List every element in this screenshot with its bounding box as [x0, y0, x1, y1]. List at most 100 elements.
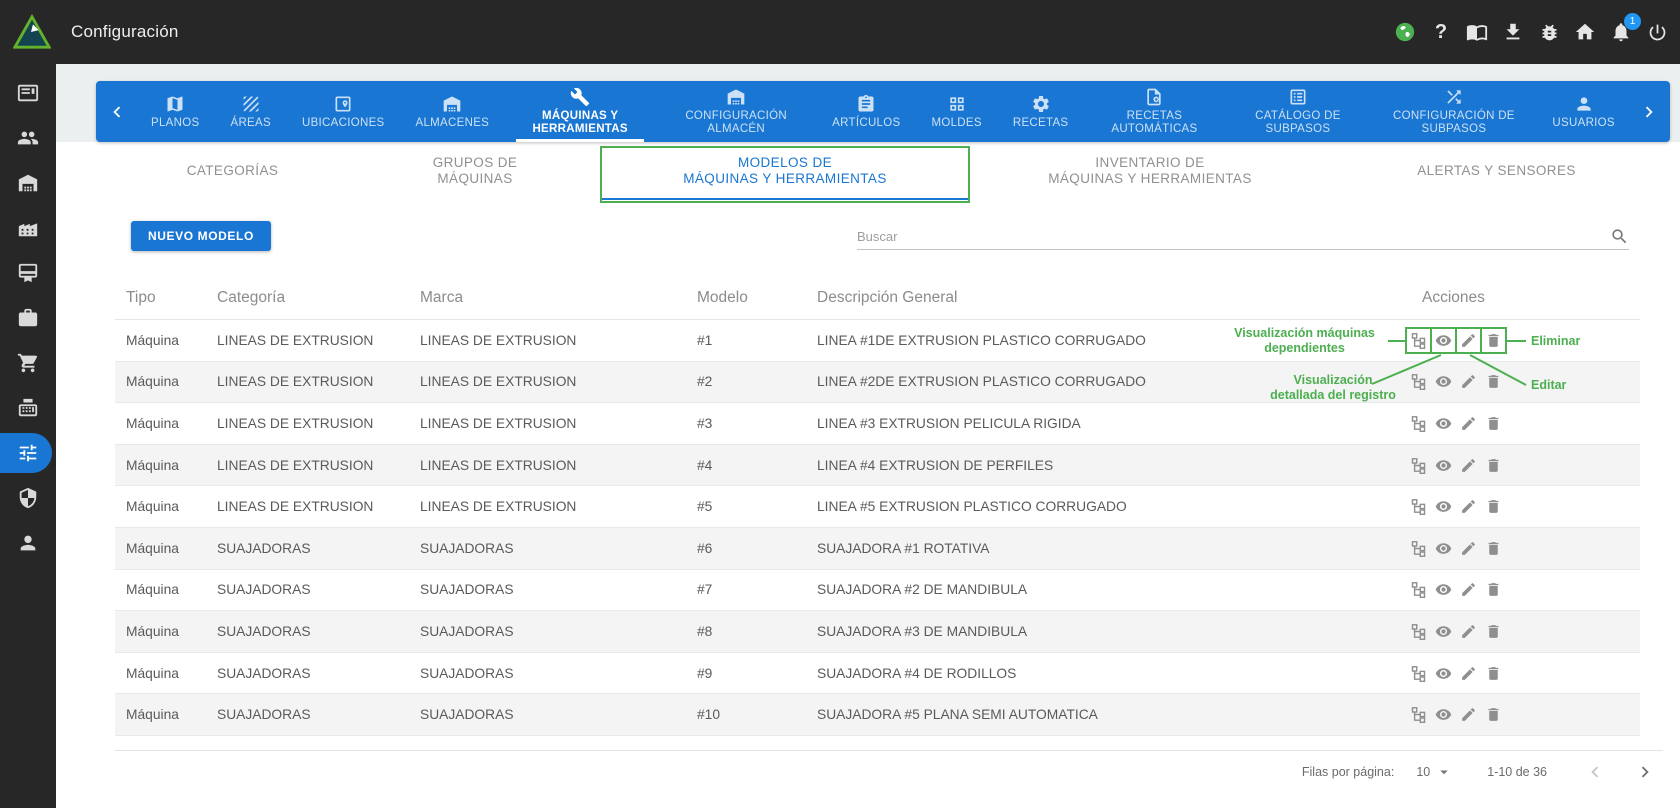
new-model-button[interactable]: NUEVO MODELO: [131, 221, 271, 251]
sidebar-item-register[interactable]: [0, 385, 56, 430]
power-icon[interactable]: [1646, 21, 1668, 43]
view-icon[interactable]: [1435, 581, 1452, 598]
edit-icon[interactable]: [1460, 623, 1477, 640]
nav-item-moldes[interactable]: MOLDES: [921, 81, 991, 142]
module-nav: PLANOS ÁREAS UBICACIONES ALMACENES MÁQUI…: [96, 81, 1670, 142]
edit-icon[interactable]: [1460, 581, 1477, 598]
sidebar-item-configuration[interactable]: [0, 430, 56, 475]
nav-item-recetas[interactable]: RECETAS: [1003, 81, 1079, 142]
home-icon[interactable]: [1574, 21, 1596, 43]
table-row: Máquina SUAJADORAS SUAJADORAS #9 SUAJADO…: [115, 653, 1640, 695]
dependents-tree-icon[interactable]: [1410, 581, 1427, 598]
previous-page-chevron-icon[interactable]: [1583, 760, 1607, 784]
delete-icon[interactable]: [1485, 540, 1502, 557]
globe-icon[interactable]: [1394, 21, 1416, 43]
view-icon[interactable]: [1435, 373, 1452, 390]
edit-icon[interactable]: [1460, 332, 1477, 349]
delete-icon[interactable]: [1485, 498, 1502, 515]
view-icon[interactable]: [1435, 415, 1452, 432]
nav-item-recetas-automaticas[interactable]: RECETAS AUTOMÁTICAS: [1089, 81, 1219, 142]
view-icon[interactable]: [1435, 332, 1452, 349]
sidebar-item-cart[interactable]: [0, 340, 56, 385]
tab-grupos-de-maquinas[interactable]: GRUPOS DEMÁQUINAS: [350, 142, 600, 200]
edit-icon[interactable]: [1460, 540, 1477, 557]
cell-marca: LINEAS DE EXTRUSION: [420, 458, 697, 473]
cell-descripcion: LINEA #4 EXTRUSION DE PERFILES: [817, 458, 1387, 473]
nav-item-catalogo-de-subpasos[interactable]: CATÁLOGO DE SUBPASOS: [1230, 81, 1365, 142]
tab-alertas-y-sensores[interactable]: ALERTAS Y SENSORES: [1330, 142, 1663, 200]
sidebar-item-certificate[interactable]: [0, 250, 56, 295]
tab-inventario-de-maquinas-y-herramientas[interactable]: INVENTARIO DEMÁQUINAS Y HERRAMIENTAS: [970, 142, 1330, 200]
view-icon[interactable]: [1435, 498, 1452, 515]
search-input[interactable]: [857, 229, 1610, 244]
delete-icon[interactable]: [1485, 415, 1502, 432]
delete-icon[interactable]: [1485, 623, 1502, 640]
dependents-tree-icon[interactable]: [1410, 623, 1427, 640]
sidebar-item-screen-list[interactable]: [0, 70, 56, 115]
tab-categorias[interactable]: CATEGORÍAS: [115, 142, 350, 200]
nav-item-maquinas-y-herramientas[interactable]: MÁQUINAS Y HERRAMIENTAS: [510, 81, 650, 142]
view-icon[interactable]: [1435, 457, 1452, 474]
dependents-tree-icon[interactable]: [1410, 415, 1427, 432]
nav-scroll-left-chevron-icon[interactable]: [104, 81, 130, 142]
sidebar-item-person[interactable]: [0, 520, 56, 565]
nav-item-configuracion-almacen[interactable]: CONFIGURACIÓN ALMACÉN: [661, 81, 811, 142]
sidebar-item-people[interactable]: [0, 115, 56, 160]
bell-icon[interactable]: 1: [1610, 21, 1632, 43]
column-header-categoria: Categoría: [217, 289, 420, 307]
texture-icon: [241, 94, 261, 114]
delete-icon[interactable]: [1485, 581, 1502, 598]
cell-marca: SUAJADORAS: [420, 666, 697, 681]
app-logo-icon: [13, 14, 51, 50]
nav-item-areas[interactable]: ÁREAS: [220, 81, 281, 142]
delete-icon[interactable]: [1485, 706, 1502, 723]
next-page-chevron-icon[interactable]: [1633, 760, 1657, 784]
tools-icon: [570, 87, 590, 107]
sidebar-item-factory[interactable]: [0, 205, 56, 250]
edit-icon[interactable]: [1460, 706, 1477, 723]
dependents-tree-icon[interactable]: [1410, 540, 1427, 557]
nav-item-almacenes[interactable]: ALMACENES: [406, 81, 500, 142]
tab-modelos-de-maquinas-y-herramientas[interactable]: MODELOS DEMÁQUINAS Y HERRAMIENTAS: [600, 142, 970, 200]
dependents-tree-icon[interactable]: [1410, 373, 1427, 390]
book-icon[interactable]: [1466, 21, 1488, 43]
nav-item-articulos[interactable]: ARTÍCULOS: [822, 81, 910, 142]
delete-icon[interactable]: [1485, 332, 1502, 349]
edit-icon[interactable]: [1460, 457, 1477, 474]
cell-tipo: Máquina: [115, 374, 217, 389]
nav-item-ubicaciones[interactable]: UBICACIONES: [292, 81, 395, 142]
bug-icon[interactable]: [1538, 21, 1560, 43]
rows-per-page-select[interactable]: 10: [1416, 763, 1453, 781]
dependents-tree-icon[interactable]: [1410, 457, 1427, 474]
delete-icon[interactable]: [1485, 373, 1502, 390]
edit-icon[interactable]: [1460, 373, 1477, 390]
search-icon[interactable]: [1610, 227, 1629, 246]
nav-item-usuarios[interactable]: USUARIOS: [1542, 81, 1624, 142]
cell-marca: SUAJADORAS: [420, 541, 697, 556]
sidebar-item-briefcase[interactable]: [0, 295, 56, 340]
dependents-tree-icon[interactable]: [1410, 498, 1427, 515]
view-icon[interactable]: [1435, 623, 1452, 640]
view-icon[interactable]: [1435, 706, 1452, 723]
nav-item-configuracion-de-subpasos[interactable]: CONFIGURACIÓN DE SUBPASOS: [1376, 81, 1531, 142]
nav-scroll-right-chevron-icon[interactable]: [1636, 81, 1662, 142]
dependents-tree-icon[interactable]: [1410, 706, 1427, 723]
pagination-range: 1-10 de 36: [1487, 765, 1547, 779]
edit-icon[interactable]: [1460, 498, 1477, 515]
sidebar-item-shield[interactable]: [0, 475, 56, 520]
edit-icon[interactable]: [1460, 415, 1477, 432]
view-icon[interactable]: [1435, 665, 1452, 682]
sidebar-item-warehouse[interactable]: [0, 160, 56, 205]
nav-item-planos[interactable]: PLANOS: [141, 81, 209, 142]
dependents-tree-icon[interactable]: [1410, 665, 1427, 682]
delete-icon[interactable]: [1485, 665, 1502, 682]
view-icon[interactable]: [1435, 540, 1452, 557]
delete-icon[interactable]: [1485, 457, 1502, 474]
cell-modelo: #4: [697, 458, 817, 473]
sidebar: [0, 64, 56, 808]
dependents-tree-icon[interactable]: [1410, 332, 1427, 349]
warehouse-icon: [726, 87, 746, 107]
edit-icon[interactable]: [1460, 665, 1477, 682]
download-icon[interactable]: [1502, 21, 1524, 43]
help-icon[interactable]: ?: [1430, 21, 1452, 43]
